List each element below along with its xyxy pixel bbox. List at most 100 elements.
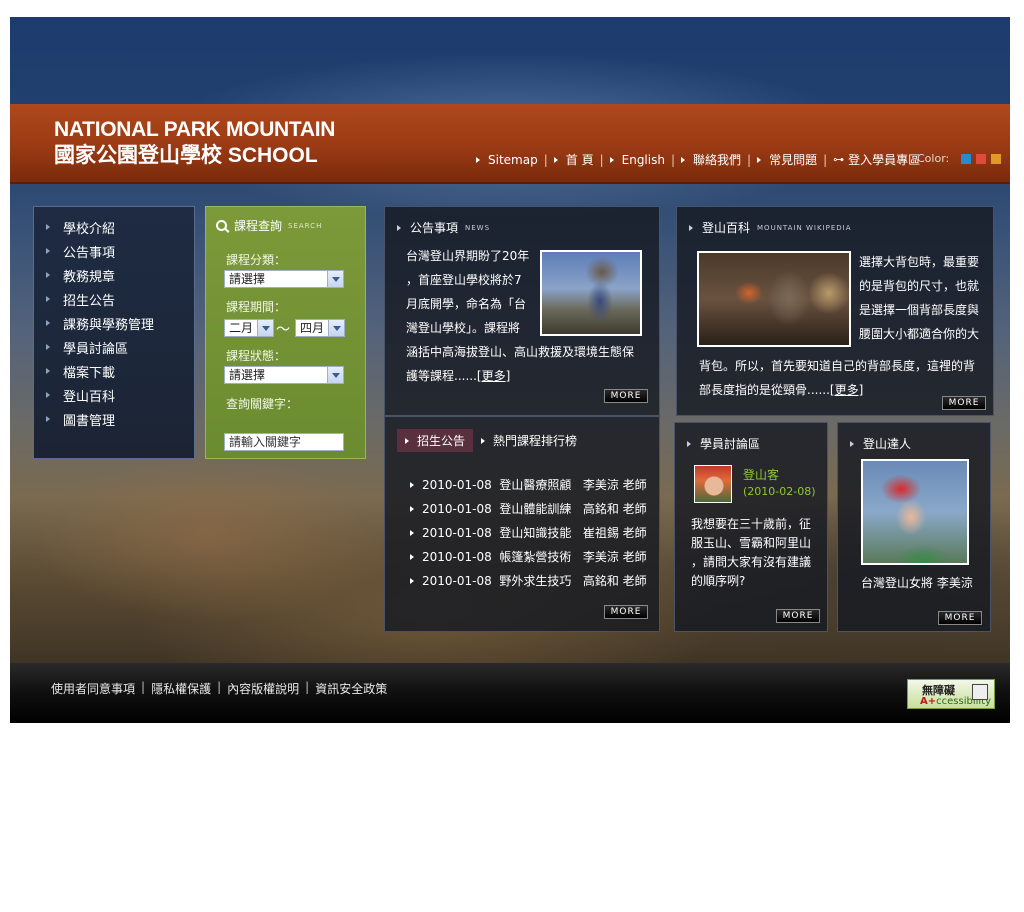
- footer-link-copyright[interactable]: 內容版權說明: [227, 680, 299, 697]
- avatar[interactable]: [694, 465, 732, 503]
- forum-line: 我想要在三十歲前，征: [691, 517, 812, 531]
- wiki-more-button[interactable]: MORE: [942, 396, 986, 410]
- tab-hot-courses[interactable]: 熱門課程排行榜: [473, 429, 585, 452]
- dropdown-arrow-icon[interactable]: [327, 271, 343, 287]
- sidebar-item-course-management[interactable]: 課務與學務管理: [34, 311, 194, 335]
- category-label: 課程分類：: [226, 253, 287, 267]
- item-course: 野外求生技巧: [499, 574, 572, 588]
- wiki-subtitle: MOUNTAIN WIKIPEDIA: [757, 223, 852, 232]
- item-date: 2010-01-08: [422, 477, 492, 492]
- expert-more-button[interactable]: MORE: [938, 611, 982, 625]
- footer-link-security[interactable]: 資訊安全政策: [315, 680, 387, 697]
- list-item[interactable]: 2010-01-08 登山知識技能 崔祖錫 老師: [410, 524, 647, 541]
- period-label: 課程期間：: [226, 300, 287, 314]
- search-title-text: 課程查詢: [234, 219, 283, 233]
- announcement-photo[interactable]: [540, 250, 642, 336]
- header-arrow-icon: [689, 224, 693, 231]
- announcements-header: 公告事項 NEWS: [397, 219, 490, 236]
- category-select[interactable]: 請選擇: [224, 270, 344, 288]
- status-select-value: 請選擇: [229, 368, 266, 382]
- dropdown-arrow-icon[interactable]: [327, 367, 343, 383]
- period-from-value: 二月: [229, 321, 254, 335]
- nav-label: Sitemap: [488, 152, 538, 167]
- tab-arrow-icon: [405, 437, 409, 444]
- nav-separator: |: [670, 152, 676, 167]
- nav-label: 常見問題: [769, 153, 818, 167]
- forum-post-text: 我想要在三十歲前，征 服玉山、雪霸和阿里山 ，請問大家有沒有建議 的順序咧?: [691, 515, 825, 591]
- nav-contact[interactable]: 聯絡我們: [681, 151, 741, 168]
- wiki-more-link[interactable]: [更多]: [830, 383, 863, 397]
- page-background: NATIONAL PARK MOUNTAIN 國家公園登山學校 SCHOOL S…: [10, 17, 1010, 723]
- wiki-line: 背包。所以，首先要知道自己的背部長度，這裡的背: [699, 359, 976, 373]
- sidebar-item-library[interactable]: 圖書管理: [34, 407, 194, 431]
- expert-photo[interactable]: [861, 459, 969, 565]
- site-logo[interactable]: NATIONAL PARK MOUNTAIN 國家公園登山學校 SCHOOL: [54, 118, 335, 170]
- header-arrow-icon: [687, 440, 691, 447]
- list-item[interactable]: 2010-01-08 登山醫療照顧 李美涼 老師: [410, 476, 647, 493]
- enrollment-more-button[interactable]: MORE: [604, 605, 648, 619]
- forum-more-button[interactable]: MORE: [776, 609, 820, 623]
- footer: 使用者同意事項 | 隱私權保護 | 內容版權說明 | 資訊安全政策 無障礙 A+…: [10, 663, 1010, 723]
- sidebar-item-wiki[interactable]: 登山百科: [34, 383, 194, 407]
- forum-line: ，請問大家有沒有建議: [691, 555, 812, 569]
- nav-login[interactable]: ⊶ 登入學員專區: [833, 151, 920, 168]
- keyword-input[interactable]: 請輸入關鍵字: [224, 433, 344, 451]
- footer-link-privacy[interactable]: 隱私權保護: [151, 680, 211, 697]
- sidebar-item-label: 圖書管理: [63, 413, 116, 429]
- item-teacher: 高銘和 老師: [582, 502, 647, 516]
- nav-sitemap[interactable]: Sitemap: [476, 153, 538, 167]
- announcements-more-button[interactable]: MORE: [604, 389, 648, 403]
- list-item[interactable]: 2010-01-08 登山體能訓練 高銘和 老師: [410, 500, 647, 517]
- nav-faq[interactable]: 常見問題: [757, 151, 817, 168]
- expert-title: 登山達人: [863, 437, 912, 451]
- period-separator: ～: [276, 322, 290, 338]
- nav-separator: |: [543, 152, 548, 167]
- accessibility-badge[interactable]: 無障礙 A+ccessibility: [907, 679, 995, 709]
- dropdown-arrow-icon[interactable]: [328, 320, 344, 336]
- color-swatch-orange[interactable]: [991, 153, 1002, 164]
- list-item[interactable]: 2010-01-08 帳篷紮營技術 李美涼 老師: [410, 548, 647, 565]
- tab-enrollment[interactable]: 招生公告: [397, 429, 474, 452]
- announcement-line: 護等課程......: [406, 369, 477, 383]
- nav-home[interactable]: 首 頁: [553, 151, 594, 168]
- announcements-more-link[interactable]: [更多]: [477, 369, 510, 383]
- nav-english[interactable]: English: [609, 153, 665, 167]
- sidebar-item-label: 招生公告: [63, 293, 116, 309]
- nav-label: 首 頁: [565, 153, 594, 167]
- footer-link-terms[interactable]: 使用者同意事項: [51, 680, 135, 697]
- key-icon: ⊶: [833, 153, 845, 166]
- wiki-text-right: 選擇大背包時，最重要 的是背包的尺寸，也就 是選擇一個背部長度與 腰圍大小都適合…: [859, 250, 989, 346]
- color-swatch-red[interactable]: [976, 153, 987, 164]
- period-from-select[interactable]: 二月: [224, 319, 274, 337]
- announcements-text-long: 涵括中高海拔登山、高山救援及環境生態保 護等課程......[更多]: [406, 340, 646, 388]
- wiki-photo[interactable]: [697, 251, 851, 347]
- sidebar-item-enrollment[interactable]: 招生公告: [34, 287, 194, 311]
- forum-username[interactable]: 登山客: [743, 466, 779, 483]
- enrollment-tabs: 招生公告 熱門課程排行榜: [397, 429, 585, 452]
- top-nav: Sitemap | 首 頁 | English | 聯絡我們 | 常見問題 | …: [476, 151, 920, 168]
- course-search-panel: 課程查詢 SEARCH 課程分類： 請選擇 課程期間： 二月 ～ 四月 課程狀態…: [205, 206, 366, 459]
- bullet-icon: [46, 248, 50, 254]
- period-to-select[interactable]: 四月: [295, 319, 345, 337]
- dropdown-arrow-icon[interactable]: [257, 320, 273, 336]
- item-teacher: 高銘和 老師: [582, 574, 647, 588]
- item-teacher: 李美涼 老師: [582, 478, 647, 492]
- wiki-panel: 登山百科 MOUNTAIN WIKIPEDIA 選擇大背包時，最重要 的是背包的…: [676, 206, 994, 416]
- sidebar-item-forum[interactable]: 學員討論區: [34, 335, 194, 359]
- status-select[interactable]: 請選擇: [224, 366, 344, 384]
- item-course: 登山知識技能: [499, 526, 572, 540]
- sidebar-item-announcements[interactable]: 公告事項: [34, 239, 194, 263]
- sidebar-item-about[interactable]: 學校介紹: [34, 215, 194, 239]
- keyword-label: 查詢關鍵字：: [226, 397, 299, 411]
- announcement-line: 涵括中高海拔登山、高山救援及環境生態保: [406, 345, 635, 359]
- nav-separator: |: [747, 152, 752, 167]
- sidebar-item-regulations[interactable]: 教務規章: [34, 263, 194, 287]
- color-label: Color:: [917, 152, 950, 165]
- list-item[interactable]: 2010-01-08 野外求生技巧 高銘和 老師: [410, 572, 647, 589]
- color-swatch-blue[interactable]: [961, 153, 972, 164]
- forum-line: 服玉山、雪霸和阿里山: [691, 536, 812, 550]
- search-icon: [216, 220, 227, 231]
- sidebar-item-downloads[interactable]: 檔案下載: [34, 359, 194, 383]
- footer-separator: |: [141, 680, 146, 694]
- arrow-icon: [476, 156, 480, 163]
